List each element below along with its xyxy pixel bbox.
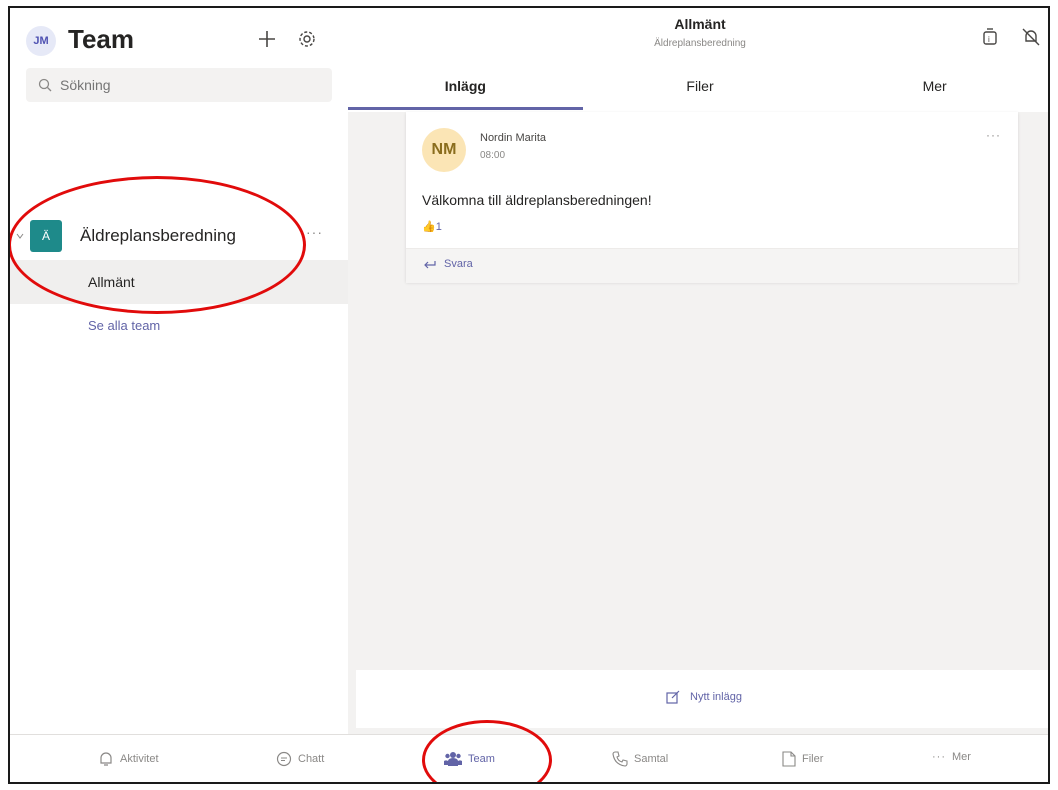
team-more-options[interactable]: ··· [306,224,323,240]
search-icon [38,78,52,92]
reply-icon [424,261,436,269]
tab-mer[interactable]: Mer [817,66,1048,112]
new-post-label: Nytt inlägg [690,691,742,703]
nav-team[interactable]: Team [444,751,495,767]
nav-label: Samtal [634,753,669,765]
channel-header: Allmänt Äldreplansberedning i Inlägg Fil… [348,8,1048,112]
bottom-navigation: Aktivitet Chatt Team Samtal Filer ··· Me… [10,734,1048,782]
search-box[interactable] [26,68,332,102]
reply-label: Svara [444,258,473,270]
gear-icon [299,31,315,47]
nav-label: Team [468,753,495,765]
bell-off-icon[interactable] [1020,26,1042,48]
channel-item-allmant[interactable]: Allmänt [10,260,348,304]
sidebar: JM Team Ä Äldreplansberedning ··· Allmän… [10,8,349,734]
nav-samtal[interactable]: Samtal [612,751,668,767]
phone-icon [612,751,628,767]
nav-label: Mer [952,751,971,763]
nav-chatt[interactable]: Chatt [276,751,324,767]
nav-label: Filer [802,753,824,765]
chevron-down-icon[interactable] [16,232,24,240]
tab-inlagg[interactable]: Inlägg [348,66,583,112]
add-team-button[interactable] [254,26,280,52]
team-avatar: Ä [30,220,62,252]
nav-aktivitet[interactable]: Aktivitet [98,751,159,767]
nav-filer[interactable]: Filer [782,751,823,767]
author-avatar[interactable]: NM [422,128,466,172]
team-name: Äldreplansberedning [80,226,236,245]
reply-button[interactable]: Svara [422,258,473,270]
see-all-teams-link[interactable]: Se alla team [88,318,160,333]
file-icon [782,751,796,767]
sidebar-header: JM Team [10,8,348,68]
new-post-button[interactable]: Nytt inlägg [356,690,1048,704]
thumbs-up-icon: 👍 [422,221,436,233]
plus-icon [259,31,275,47]
post-card: NM Nordin Marita 08:00 ··· Välkomna till… [406,112,1018,283]
post-body: Välkomna till äldreplansberedningen! [422,192,652,208]
post-more-options[interactable]: ··· [986,128,1001,142]
svg-text:i: i [988,35,990,44]
meet-now-icon[interactable]: i [980,26,1002,48]
sidebar-title: Team [68,24,134,54]
more-icon: ··· [932,751,946,763]
teams-icon [444,752,462,766]
post-author[interactable]: Nordin Marita [480,132,546,144]
team-item-aldreplansberedning[interactable]: Ä Äldreplansberedning ··· [10,214,348,260]
app-window: JM Team Ä Äldreplansberedning ··· Allmän… [8,6,1050,784]
channel-view: Allmänt Äldreplansberedning i Inlägg Fil… [348,8,1048,734]
settings-button[interactable] [294,26,320,52]
reaction-count: 1 [435,221,442,233]
channel-title: Allmänt [674,16,726,32]
bell-icon [100,752,112,766]
compose-area: Nytt inlägg [356,670,1048,728]
channel-subtitle: Äldreplansberedning [654,38,746,49]
compose-icon [666,690,680,704]
chat-icon [276,751,292,767]
reply-bar: Svara [406,248,1018,283]
tab-filer[interactable]: Filer [583,66,818,112]
user-avatar[interactable]: JM [26,26,56,56]
nav-label: Aktivitet [120,753,159,765]
nav-label: Chatt [298,753,325,765]
post-timestamp: 08:00 [480,150,506,161]
channel-name: Allmänt [88,274,135,290]
nav-mer[interactable]: ··· Mer [932,751,971,763]
reaction-like[interactable]: 👍1 [422,220,442,233]
channel-tabs: Inlägg Filer Mer [348,66,1048,112]
search-input[interactable] [58,76,322,94]
